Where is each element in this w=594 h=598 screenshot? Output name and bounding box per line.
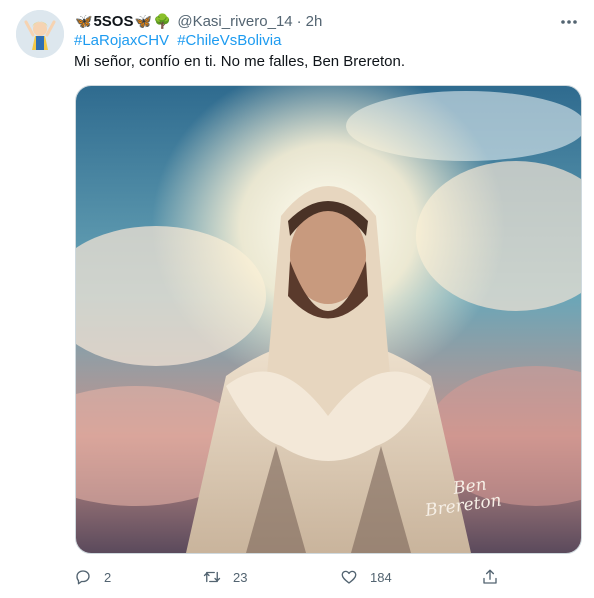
- share-icon: [483, 569, 497, 584]
- more-options-button[interactable]: [560, 12, 578, 26]
- share-button[interactable]: [481, 566, 511, 588]
- avatar-image: [16, 10, 64, 58]
- hashtag-link[interactable]: #LaRojaxCHV: [74, 32, 169, 49]
- tweet-header: 🦋 5SOS 🦋 🌳 @Kasi_rivero_14 · 2h: [74, 11, 578, 31]
- retweet-count: 23: [233, 569, 248, 585]
- avatar[interactable]: [16, 10, 64, 58]
- hashtag-link[interactable]: #ChileVsBolivia: [177, 32, 281, 49]
- like-count: 184: [370, 569, 392, 585]
- like-icon: [341, 570, 357, 584]
- tweet-timestamp[interactable]: 2h: [306, 13, 323, 30]
- tweet: 🦋 5SOS 🦋 🌳 @Kasi_rivero_14 · 2h #LaRojax…: [0, 0, 594, 598]
- tweet-media[interactable]: Ben Brereton: [75, 85, 582, 554]
- butterfly-icon: 🦋: [134, 12, 152, 29]
- like-button[interactable]: 184: [340, 566, 392, 588]
- separator-dot: ·: [296, 12, 302, 30]
- author-name-text: 5SOS: [93, 12, 134, 30]
- tweet-text: Mi señor, confío en ti. No me falles, Be…: [74, 53, 405, 70]
- reply-button[interactable]: 2: [74, 566, 111, 588]
- hashtag-line: #LaRojaxCHV #ChileVsBolivia: [74, 32, 285, 49]
- author-handle[interactable]: @Kasi_rivero_14: [177, 13, 292, 30]
- more-dots-icon: [561, 20, 577, 24]
- butterfly-icon: 🦋: [75, 12, 93, 29]
- reply-count: 2: [104, 569, 112, 585]
- reply-icon: [76, 570, 90, 585]
- media-image: Ben Brereton: [76, 86, 581, 553]
- retweet-button[interactable]: 23: [203, 566, 247, 588]
- retweet-icon: [203, 571, 221, 583]
- tweet-actions: 2 23 184: [74, 566, 504, 588]
- author-name[interactable]: 🦋 5SOS 🦋 🌳: [74, 13, 172, 30]
- tree-icon: 🌳: [153, 12, 172, 29]
